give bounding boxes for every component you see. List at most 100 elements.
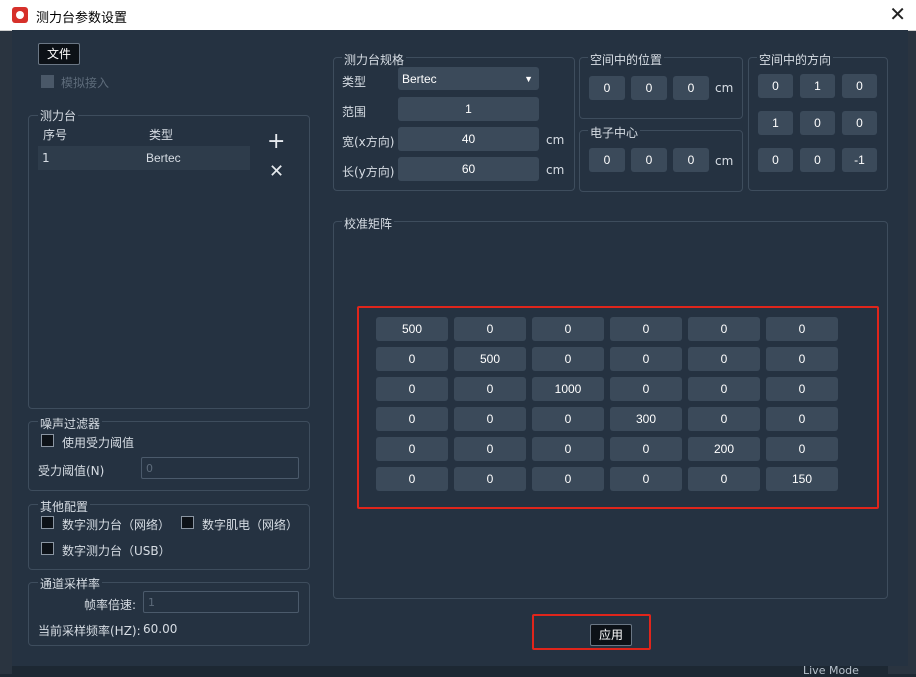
matrix-cell[interactable]: 0 [532, 437, 604, 461]
center-z-field[interactable]: 0 [673, 148, 709, 172]
digital-plate-usb-label: 数字测力台（USB） [62, 544, 171, 558]
digital-plate-usb-checkbox[interactable] [41, 542, 54, 555]
file-button[interactable]: 文件 [38, 43, 80, 65]
center-unit: cm [715, 154, 734, 168]
simulate-checkbox[interactable] [41, 75, 54, 88]
calibration-title: 校准矩阵 [342, 215, 395, 232]
orientation-cell[interactable]: -1 [842, 148, 877, 172]
position-z-field[interactable]: 0 [673, 76, 709, 100]
matrix-cell[interactable]: 0 [610, 437, 682, 461]
matrix-cell[interactable]: 0 [610, 347, 682, 371]
dialog-body: 文件 模拟接入 测力台 序号 类型 1 Bertec + ✕ 噪声过滤器 使用受… [12, 30, 908, 666]
orientation-title: 空间中的方向 [757, 51, 834, 68]
row-type: Bertec [146, 151, 181, 165]
matrix-cell[interactable]: 0 [532, 347, 604, 371]
matrix-cell[interactable]: 150 [766, 467, 838, 491]
matrix-cell[interactable]: 0 [454, 407, 526, 431]
matrix-cell[interactable]: 0 [454, 317, 526, 341]
matrix-cell[interactable]: 0 [766, 407, 838, 431]
matrix-cell[interactable]: 0 [454, 377, 526, 401]
position-x-field[interactable]: 0 [589, 76, 625, 100]
matrix-cell[interactable]: 0 [376, 377, 448, 401]
matrix-cell[interactable]: 0 [688, 467, 760, 491]
matrix-cell[interactable]: 0 [688, 347, 760, 371]
multiplier-label: 帧率倍速: [84, 598, 137, 612]
threshold-input[interactable]: 0 [141, 457, 299, 479]
center-y-field[interactable]: 0 [631, 148, 667, 172]
matrix-cell[interactable]: 500 [454, 347, 526, 371]
matrix-cell[interactable]: 0 [532, 317, 604, 341]
current-rate-value: 60.00 [143, 622, 178, 636]
simulate-label: 模拟接入 [61, 76, 110, 90]
column-header-index: 序号 [43, 128, 68, 142]
matrix-cell[interactable]: 0 [766, 347, 838, 371]
live-mode-text: Live Mode [803, 664, 859, 677]
multiplier-input[interactable]: 1 [143, 591, 299, 613]
spec-width-unit: cm [546, 133, 565, 147]
table-row[interactable]: 1 Bertec [38, 146, 250, 170]
matrix-cell[interactable]: 200 [688, 437, 760, 461]
center-title: 电子中心 [588, 124, 641, 141]
digital-emg-net-checkbox[interactable] [181, 516, 194, 529]
apply-button[interactable]: 应用 [590, 624, 632, 646]
orientation-cell[interactable]: 0 [758, 74, 793, 98]
digital-emg-net-label: 数字肌电（网络） [202, 518, 299, 532]
matrix-cell[interactable]: 0 [766, 377, 838, 401]
matrix-cell[interactable]: 0 [688, 317, 760, 341]
position-y-field[interactable]: 0 [631, 76, 667, 100]
orientation-cell[interactable]: 0 [800, 148, 835, 172]
matrix-cell[interactable]: 0 [454, 467, 526, 491]
matrix-cell[interactable]: 0 [688, 407, 760, 431]
spec-width-label: 宽(x方向) [342, 135, 395, 149]
remove-icon[interactable]: ✕ [269, 163, 284, 181]
orientation-cell[interactable]: 0 [842, 111, 877, 135]
threshold-label: 受力阈值(N) [38, 464, 105, 478]
chevron-down-icon: ▼ [524, 74, 533, 84]
matrix-cell[interactable]: 0 [532, 407, 604, 431]
other-config-title: 其他配置 [38, 498, 91, 515]
matrix-cell[interactable]: 0 [454, 437, 526, 461]
orientation-cell[interactable]: 0 [758, 148, 793, 172]
matrix-cell[interactable]: 1000 [532, 377, 604, 401]
orientation-cell[interactable]: 1 [758, 111, 793, 135]
plate-list-title: 测力台 [38, 107, 79, 124]
matrix-cell[interactable]: 0 [376, 437, 448, 461]
position-title: 空间中的位置 [588, 51, 665, 68]
matrix-cell[interactable]: 500 [376, 317, 448, 341]
orientation-cell[interactable]: 1 [800, 74, 835, 98]
matrix-cell[interactable]: 0 [610, 377, 682, 401]
spec-type-value: Bertec [402, 72, 437, 86]
digital-plate-net-label: 数字测力台（网络） [62, 518, 171, 532]
add-icon[interactable]: + [267, 131, 285, 153]
spec-length-field[interactable]: 60 [398, 157, 539, 181]
spec-length-unit: cm [546, 163, 565, 177]
spec-type-select[interactable]: Bertec ▼ [398, 67, 539, 90]
orientation-cell[interactable]: 0 [800, 111, 835, 135]
matrix-cell[interactable]: 0 [766, 317, 838, 341]
matrix-cell[interactable]: 0 [376, 407, 448, 431]
spec-title: 测力台规格 [342, 51, 407, 68]
use-threshold-label: 使用受力阈值 [62, 436, 135, 450]
matrix-cell[interactable]: 0 [376, 467, 448, 491]
center-x-field[interactable]: 0 [589, 148, 625, 172]
sampling-title: 通道采样率 [38, 575, 103, 592]
matrix-cell[interactable]: 0 [610, 467, 682, 491]
close-icon[interactable]: ✕ [889, 2, 906, 26]
window-title: 测力台参数设置 [36, 11, 128, 26]
digital-plate-net-checkbox[interactable] [41, 516, 54, 529]
matrix-cell[interactable]: 0 [610, 317, 682, 341]
background-left [0, 30, 12, 674]
matrix-cell[interactable]: 0 [376, 347, 448, 371]
position-unit: cm [715, 81, 734, 95]
matrix-cell[interactable]: 0 [532, 467, 604, 491]
spec-length-label: 长(y方向) [342, 165, 395, 179]
spec-range-label: 范围 [342, 105, 367, 119]
orientation-cell[interactable]: 0 [842, 74, 877, 98]
use-threshold-checkbox[interactable] [41, 434, 54, 447]
spec-width-field[interactable]: 40 [398, 127, 539, 151]
spec-range-field[interactable]: 1 [398, 97, 539, 121]
matrix-cell[interactable]: 0 [766, 437, 838, 461]
matrix-cell[interactable]: 300 [610, 407, 682, 431]
row-index: 1 [42, 151, 50, 165]
matrix-cell[interactable]: 0 [688, 377, 760, 401]
